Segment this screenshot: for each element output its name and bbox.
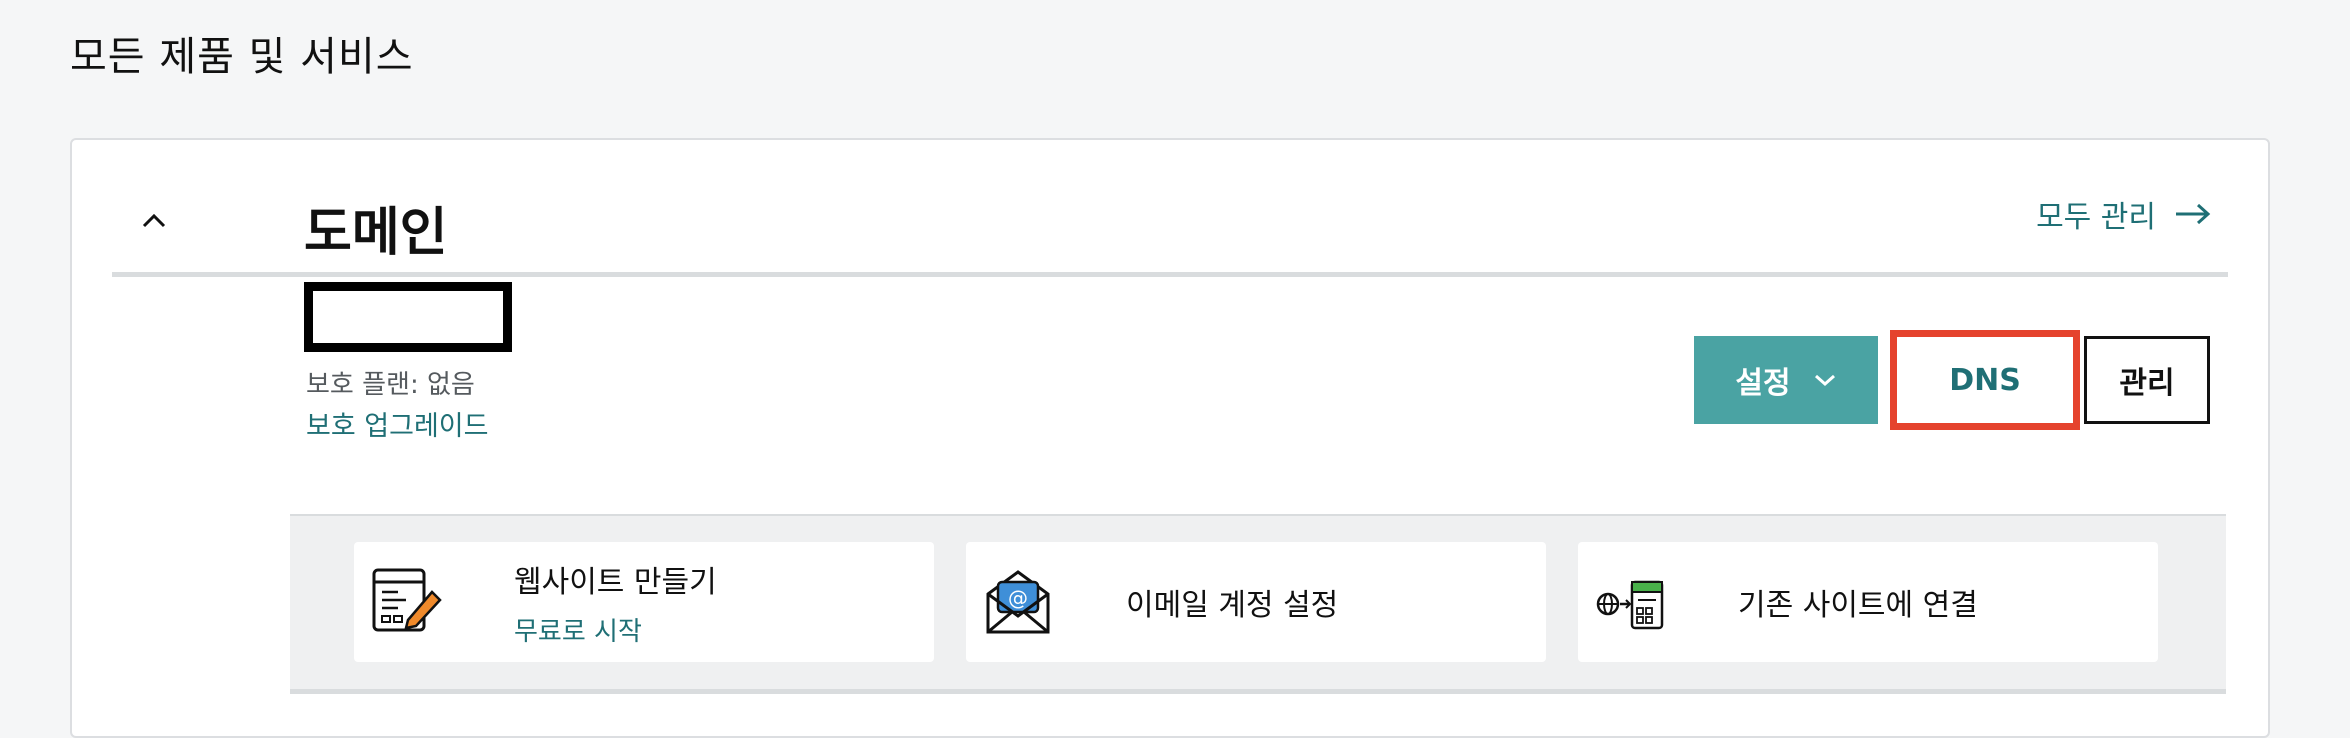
chevron-up-icon [142,213,166,228]
quick-action-email-setup[interactable]: @ 이메일 계정 설정 [966,542,1546,662]
dns-button-label: DNS [1949,362,2021,398]
manage-button-label: 관리 [2119,366,2175,401]
upgrade-protection-link[interactable]: 보호 업그레이드 [306,404,488,443]
manage-button[interactable]: 관리 [2084,336,2210,424]
chevron-down-icon [1814,374,1835,387]
quick-action-connect-site[interactable]: 기존 사이트에 연결 [1578,542,2158,662]
website-builder-icon [372,568,442,632]
connect-site-title: 기존 사이트에 연결 [1738,588,1978,623]
arrow-right-icon [2176,203,2211,225]
create-website-subtitle[interactable]: 무료로 시작 [514,611,717,648]
domain-name-redacted [304,282,512,352]
settings-button-label: 설정 [1735,366,1791,401]
dns-button[interactable]: DNS [1890,330,2080,430]
connect-site-icon [1596,580,1664,630]
page-title: 모든 제품 및 서비스 [70,34,414,80]
email-setup-title: 이메일 계정 설정 [1126,588,1339,623]
create-website-title: 웹사이트 만들기 [514,564,717,600]
manage-all-label: 모두 관리 [2036,200,2156,235]
quick-actions-panel: 웹사이트 만들기 무료로 시작 @ 이메일 계정 설정 기존 사이트에 연결 [290,514,2226,694]
domains-card: 도메인 모두 관리 보호 플랜: 없음 보호 업그레이드 설정 DNS 관리 웹… [70,138,2270,738]
collapse-toggle-button[interactable] [134,200,174,240]
settings-dropdown-button[interactable]: 설정 [1694,336,1878,424]
svg-text:@: @ [1008,586,1028,610]
header-divider [112,272,2228,277]
manage-all-link[interactable]: 모두 관리 [2036,192,2212,236]
protection-plan-status: 보호 플랜: 없음 [306,370,475,400]
quick-action-create-website[interactable]: 웹사이트 만들기 무료로 시작 [354,542,934,662]
email-icon: @ [986,570,1050,634]
section-title: 도메인 [304,203,448,263]
